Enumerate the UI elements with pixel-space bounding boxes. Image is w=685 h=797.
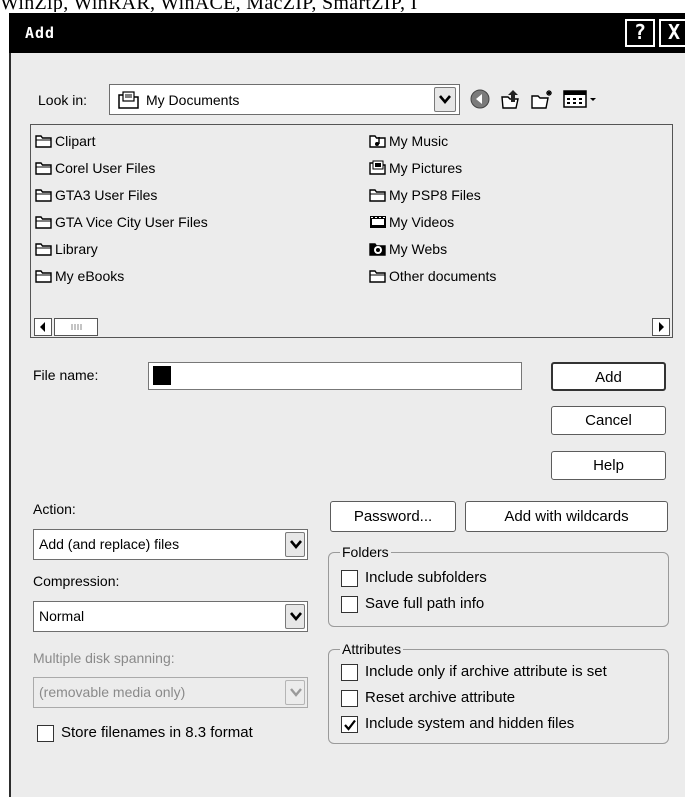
arrow-left-icon bbox=[40, 322, 45, 332]
file-list[interactable] bbox=[30, 124, 673, 338]
action-dropdown-button[interactable] bbox=[285, 532, 305, 557]
folder-icon bbox=[35, 133, 53, 149]
folders-group-title: Folders bbox=[340, 544, 391, 560]
title-bar: Add ? X bbox=[9, 13, 685, 53]
reset-archive-checkbox[interactable] bbox=[341, 690, 358, 707]
chevron-down-icon bbox=[290, 612, 302, 622]
lookin-label: Look in: bbox=[38, 92, 88, 108]
folder-icon bbox=[369, 187, 387, 203]
chevron-down-icon bbox=[290, 540, 302, 550]
grip-icon bbox=[71, 324, 82, 330]
password-button[interactable]: Password... bbox=[330, 501, 456, 532]
close-icon: X bbox=[667, 20, 681, 44]
chevron-down-icon bbox=[290, 688, 302, 697]
action-combo[interactable]: Add (and replace) files bbox=[33, 529, 308, 560]
music-folder-icon bbox=[369, 133, 387, 149]
scroll-left-button[interactable] bbox=[34, 318, 52, 336]
videos-folder-icon bbox=[369, 214, 387, 230]
folder-icon bbox=[35, 214, 53, 230]
cancel-button[interactable]: Cancel bbox=[551, 406, 666, 435]
scroll-right-button[interactable] bbox=[652, 318, 670, 336]
folder-icon bbox=[35, 268, 53, 284]
folders-group bbox=[328, 552, 669, 627]
attributes-group-title: Attributes bbox=[340, 641, 404, 657]
lookin-value: My Documents bbox=[146, 92, 240, 108]
view-menu-icon[interactable] bbox=[563, 89, 603, 109]
include-only-archive-label: Include only if archive attribute is set bbox=[365, 663, 607, 680]
help-icon: ? bbox=[633, 20, 647, 44]
spanning-combo: (removable media only) bbox=[33, 677, 308, 708]
compression-dropdown-button[interactable] bbox=[285, 604, 305, 629]
compression-value: Normal bbox=[39, 608, 85, 624]
pictures-folder-icon bbox=[369, 160, 387, 176]
folder-icon bbox=[35, 241, 53, 257]
text-cursor bbox=[153, 366, 171, 385]
window-title: Add bbox=[25, 24, 56, 42]
arrow-right-icon bbox=[659, 322, 664, 332]
save-full-path-checkbox[interactable] bbox=[341, 596, 358, 613]
action-value: Add (and replace) files bbox=[39, 536, 180, 552]
my-documents-icon bbox=[118, 91, 140, 109]
folder-icon bbox=[35, 187, 53, 203]
save-full-path-label: Save full path info bbox=[365, 595, 485, 612]
include-only-archive-checkbox[interactable] bbox=[341, 664, 358, 681]
include-system-hidden-checkbox[interactable] bbox=[341, 716, 358, 733]
action-label: Action: bbox=[33, 501, 76, 517]
add-button[interactable]: Add bbox=[551, 362, 666, 391]
store83-label: Store filenames in 8.3 format bbox=[61, 724, 253, 741]
help-title-button[interactable]: ? bbox=[625, 19, 655, 47]
webs-folder-icon bbox=[369, 241, 387, 257]
filename-label: File name: bbox=[33, 367, 99, 383]
help-button[interactable]: Help bbox=[551, 451, 666, 480]
compression-combo[interactable]: Normal bbox=[33, 601, 308, 632]
folder-icon bbox=[35, 160, 53, 176]
include-subfolders-label: Include subfolders bbox=[365, 569, 487, 586]
new-folder-icon[interactable] bbox=[530, 88, 554, 110]
background-text: WinZip, WinRAR, WinACE, MacZIP, SmartZIP… bbox=[0, 0, 418, 12]
spanning-value: (removable media only) bbox=[39, 684, 186, 700]
lookin-combo[interactable]: My Documents bbox=[109, 84, 460, 115]
store83-checkbox[interactable] bbox=[37, 725, 54, 742]
up-folder-icon[interactable] bbox=[500, 88, 522, 110]
include-subfolders-checkbox[interactable] bbox=[341, 570, 358, 587]
filename-input[interactable] bbox=[148, 362, 522, 390]
lookin-dropdown-button[interactable] bbox=[434, 87, 456, 112]
folder-icon bbox=[369, 268, 387, 284]
spanning-label: Multiple disk spanning: bbox=[33, 650, 175, 666]
add-with-wildcards-button[interactable]: Add with wildcards bbox=[465, 501, 668, 532]
close-button[interactable]: X bbox=[659, 19, 685, 47]
back-icon[interactable] bbox=[470, 89, 490, 109]
reset-archive-label: Reset archive attribute bbox=[365, 689, 516, 706]
chevron-down-icon bbox=[439, 95, 451, 105]
include-system-hidden-label: Include system and hidden files bbox=[365, 715, 575, 732]
scroll-thumb[interactable] bbox=[54, 318, 98, 336]
compression-label: Compression: bbox=[33, 573, 120, 589]
checkmark-icon bbox=[344, 719, 356, 731]
spanning-dropdown-button bbox=[285, 680, 305, 705]
